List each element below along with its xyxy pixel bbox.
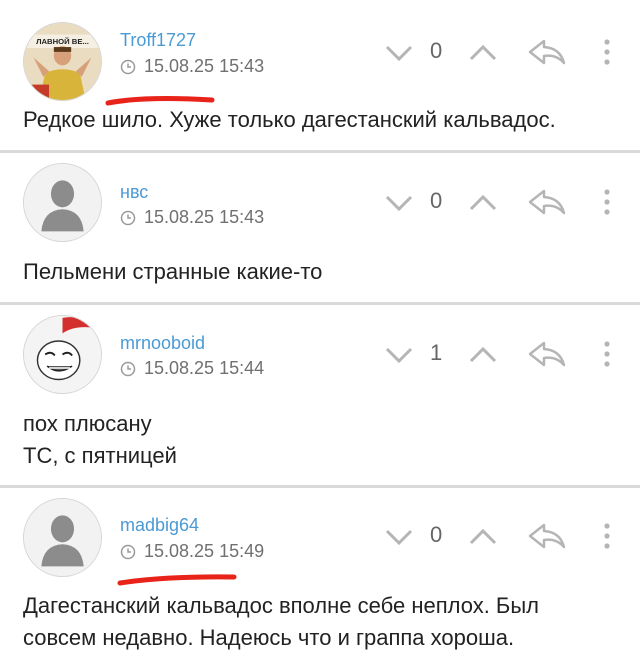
vote-score: 0 (430, 38, 443, 63)
clock-icon (120, 59, 136, 75)
comment-meta: 15.08.25 15:44 (120, 358, 264, 379)
avatar[interactable]: ЛАВНОЙ ВЕ... (23, 22, 102, 101)
reply-arrow-icon[interactable] (526, 338, 568, 372)
comment-text-line: Редкое шило. Хуже только дагестанский ка… (23, 107, 556, 132)
chevron-up-icon[interactable] (466, 186, 500, 220)
timestamp: 15.08.25 15:43 (144, 56, 265, 76)
comment-body: пох плюсану ТС, с пятницей (23, 408, 623, 472)
more-vertical-icon[interactable] (600, 186, 614, 220)
more-vertical-icon[interactable] (600, 36, 614, 70)
comment-meta: 15.08.25 15:49 (120, 541, 264, 562)
reply-arrow-icon[interactable] (526, 36, 568, 70)
chevron-down-icon[interactable] (382, 338, 416, 372)
timestamp: 15.08.25 15:43 (144, 207, 265, 227)
default-avatar-icon (24, 164, 101, 241)
comment-text-line: совсем недавно. Надеюсь что и граппа хор… (23, 625, 515, 650)
comment-actions: 0 (382, 36, 632, 72)
annotation-underline (117, 574, 237, 586)
avatar[interactable] (23, 498, 102, 577)
comment-body: Дагестанский кальвадос вполне себе непло… (23, 590, 623, 654)
comment-item: нвс 15.08.25 15:43 0 Пельмени странные к… (0, 153, 640, 302)
comment-text-line: ТС, с пятницей (23, 443, 177, 468)
comment-item: madbig64 15.08.25 15:49 0 Дагестанский к… (0, 488, 640, 669)
username[interactable]: mrnooboid (120, 333, 205, 354)
clock-icon (120, 544, 136, 560)
comment-body: Пельмени странные какие-то (23, 256, 623, 288)
default-avatar-icon (24, 499, 101, 576)
comment-text-line: Пельмени странные какие-то (23, 259, 323, 284)
chevron-up-icon[interactable] (466, 520, 500, 554)
comment-item: ЛАВНОЙ ВЕ... Troff1727 15.08.25 15:43 0 (0, 0, 640, 150)
poster-avatar-image: ЛАВНОЙ ВЕ... (24, 23, 101, 100)
comment-actions: 0 (382, 186, 632, 222)
vote-score: 0 (430, 188, 443, 213)
svg-text:ЛАВНОЙ ВЕ...: ЛАВНОЙ ВЕ... (36, 37, 89, 46)
meme-face-avatar-image (24, 316, 101, 393)
more-vertical-icon[interactable] (600, 520, 614, 554)
comment-text-line: пох плюсану (23, 411, 152, 436)
username[interactable]: Troff1727 (120, 30, 196, 51)
comment-meta: 15.08.25 15:43 (120, 56, 264, 77)
reply-arrow-icon[interactable] (526, 520, 568, 554)
avatar[interactable] (23, 315, 102, 394)
vote-score: 0 (430, 522, 443, 547)
more-vertical-icon[interactable] (600, 338, 614, 372)
vote-score: 1 (430, 340, 443, 365)
chevron-down-icon[interactable] (382, 186, 416, 220)
comment-body: Редкое шило. Хуже только дагестанский ка… (23, 104, 623, 136)
avatar[interactable] (23, 163, 102, 242)
timestamp: 15.08.25 15:49 (144, 541, 265, 561)
clock-icon (120, 361, 136, 377)
reply-arrow-icon[interactable] (526, 186, 568, 220)
chevron-up-icon[interactable] (466, 338, 500, 372)
comment-text-line: Дагестанский кальвадос вполне себе непло… (23, 593, 540, 618)
comment-meta: 15.08.25 15:43 (120, 207, 264, 228)
chevron-down-icon[interactable] (382, 36, 416, 70)
username[interactable]: madbig64 (120, 515, 199, 536)
comment-actions: 0 (382, 520, 632, 556)
timestamp: 15.08.25 15:44 (144, 358, 265, 378)
username[interactable]: нвс (120, 182, 148, 203)
clock-icon (120, 210, 136, 226)
chevron-down-icon[interactable] (382, 520, 416, 554)
comment-item: mrnooboid 15.08.25 15:44 1 пох плюсану Т… (0, 305, 640, 485)
chevron-up-icon[interactable] (466, 36, 500, 70)
comment-actions: 1 (382, 338, 632, 374)
